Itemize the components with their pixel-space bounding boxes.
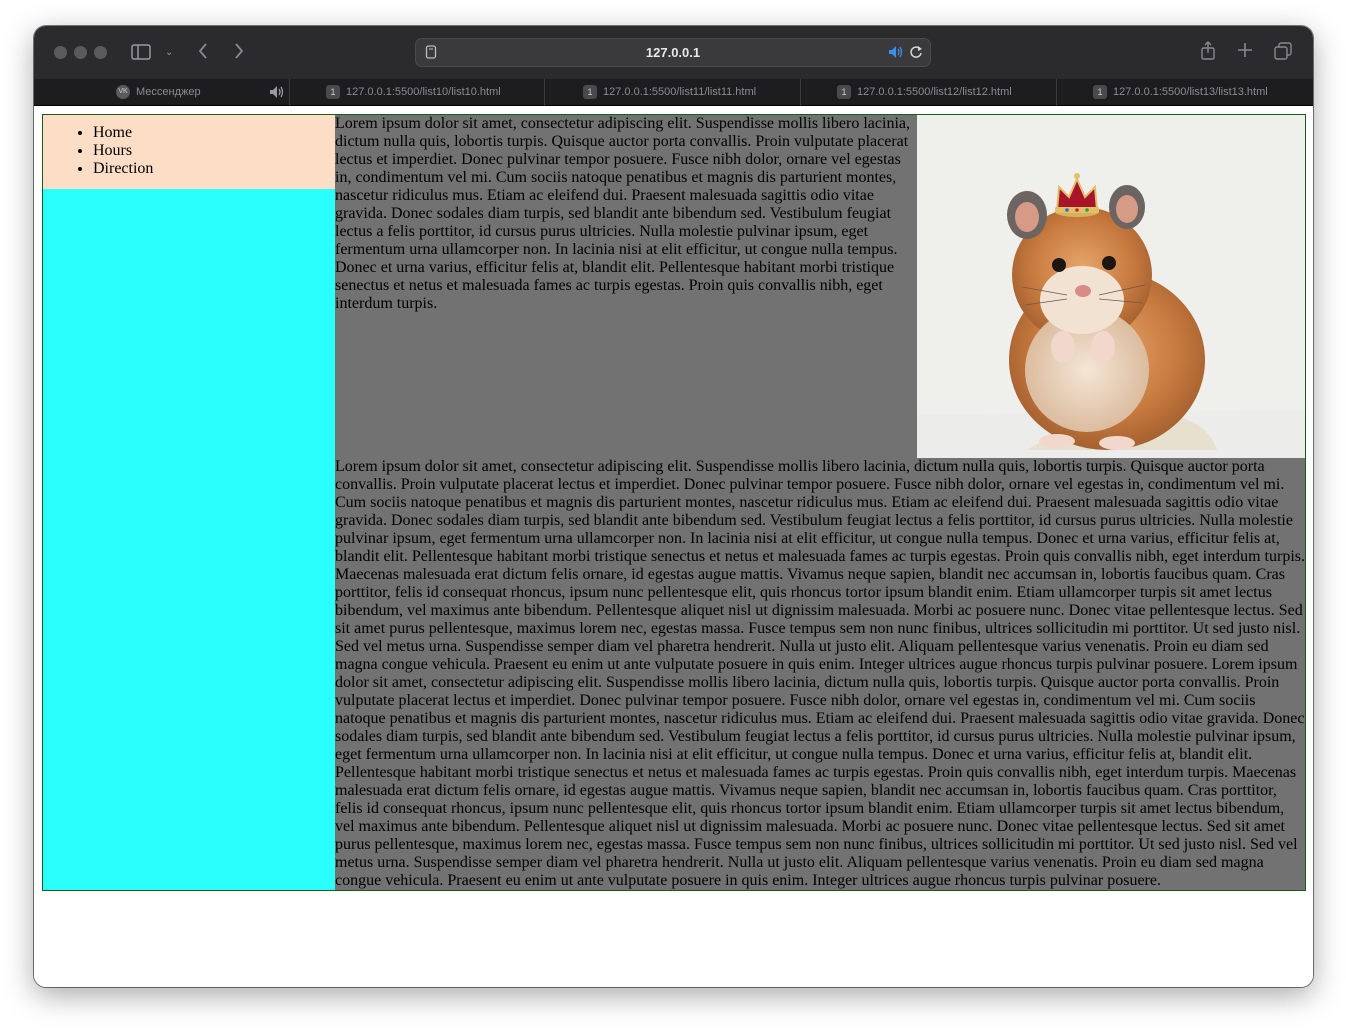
reload-icon[interactable] bbox=[909, 45, 923, 64]
tab-audio-icon[interactable] bbox=[269, 85, 285, 104]
tab-list10[interactable]: 1 127.0.0.1:5500/list10/list10.html bbox=[326, 79, 501, 106]
tab-list12[interactable]: 1 127.0.0.1:5500/list12/list12.html bbox=[837, 79, 1012, 106]
share-icon[interactable] bbox=[1200, 41, 1216, 64]
sidebar: Home Hours Direction bbox=[43, 115, 335, 890]
tab-label: 127.0.0.1:5500/list13/list13.html bbox=[1113, 86, 1268, 98]
new-tab-plus-icon[interactable] bbox=[1237, 42, 1253, 61]
web-content: Home Hours Direction bbox=[34, 107, 1313, 987]
body-paragraph: Lorem ipsum dolor sit amet, consectetur … bbox=[335, 458, 1305, 889]
tab-label: Мессенджер bbox=[136, 86, 201, 98]
address-text: 127.0.0.1 bbox=[645, 45, 701, 60]
tab-favicon: 1 bbox=[1093, 85, 1107, 100]
tab-divider bbox=[1056, 79, 1057, 106]
tab-label: 127.0.0.1:5500/list10/list10.html bbox=[346, 86, 501, 98]
tab-favicon: 1 bbox=[583, 85, 597, 100]
tab-label: 127.0.0.1:5500/list11/list11.html bbox=[603, 86, 757, 98]
intro-paragraph: Lorem ipsum dolor sit amet, consectetur … bbox=[335, 115, 910, 312]
tab-favicon: 1 bbox=[837, 85, 851, 100]
tab-label: 127.0.0.1:5500/list12/list12.html bbox=[857, 86, 1012, 98]
tab-bar: VK Мессенджер 1 127.0.0.1:5500/list10/list… bbox=[34, 79, 1313, 106]
back-arrow-icon[interactable] bbox=[197, 42, 209, 63]
nav-item-home[interactable]: Home bbox=[93, 124, 335, 142]
tab-divider bbox=[289, 79, 290, 106]
speaker-audio-icon[interactable] bbox=[888, 45, 904, 64]
zoom-window-button[interactable] bbox=[94, 46, 107, 59]
tab-favicon: 1 bbox=[326, 85, 340, 100]
tab-list11[interactable]: 1 127.0.0.1:5500/list11/list11.html bbox=[583, 79, 756, 106]
chevron-down-icon[interactable]: ⌄ bbox=[165, 44, 173, 62]
close-window-button[interactable] bbox=[54, 46, 67, 59]
browser-window: ⌄ 127.0.0.1 VK Мессенджер 1 127.0.0.1:55… bbox=[34, 26, 1313, 987]
forward-arrow-icon[interactable] bbox=[233, 42, 245, 63]
address-bar[interactable]: 127.0.0.1 bbox=[415, 38, 931, 67]
main-content: Lorem ipsum dolor sit amet, consectetur … bbox=[335, 115, 1305, 890]
minimize-window-button[interactable] bbox=[74, 46, 87, 59]
sidebar-toggle-icon[interactable] bbox=[131, 43, 151, 64]
page-container: Home Hours Direction bbox=[42, 114, 1306, 891]
browser-toolbar: ⌄ 127.0.0.1 bbox=[34, 26, 1313, 79]
nav-item-hours[interactable]: Hours bbox=[93, 142, 335, 160]
hamster-image bbox=[917, 115, 1305, 458]
nav-menu: Home Hours Direction bbox=[43, 115, 335, 189]
tab-list13[interactable]: 1 127.0.0.1:5500/list13/list13.html bbox=[1093, 79, 1268, 106]
tab-divider bbox=[544, 79, 545, 106]
tab-divider bbox=[800, 79, 801, 106]
tab-messenger[interactable]: VK Мессенджер bbox=[116, 79, 201, 106]
vk-logo-icon: VK bbox=[116, 85, 130, 100]
nav-item-direction[interactable]: Direction bbox=[93, 160, 335, 178]
tab-overview-icon[interactable] bbox=[1274, 42, 1292, 63]
